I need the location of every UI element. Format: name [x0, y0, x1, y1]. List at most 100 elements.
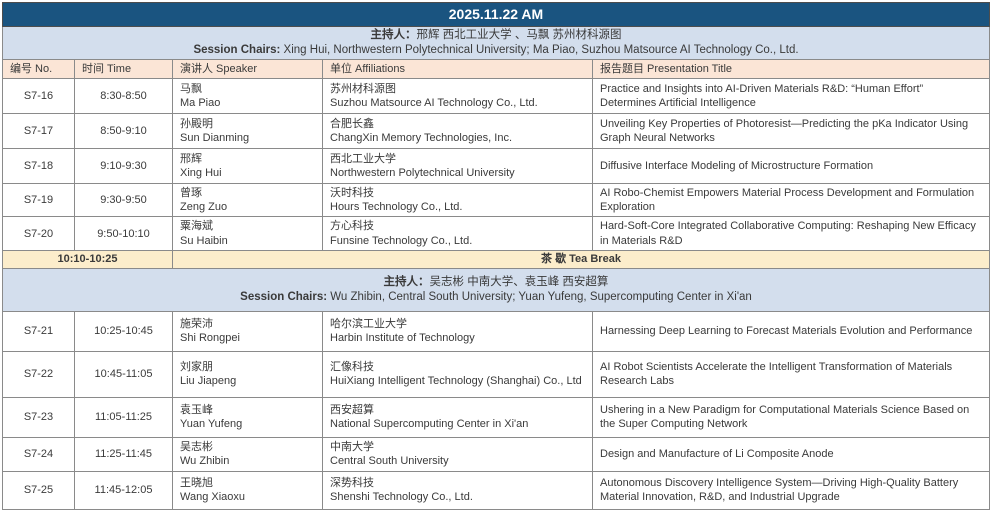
- speaker-cell: 曾琢Zeng Zuo: [173, 183, 323, 217]
- presentation-title-cell: AI Robo-Chemist Empowers Material Proces…: [593, 183, 990, 217]
- affiliation-en: Suzhou Matsource AI Technology Co., Ltd.: [330, 96, 585, 110]
- presentation-title-cell: Diffusive Interface Modeling of Microstr…: [593, 148, 990, 183]
- affiliation-en: National Supercomputing Center in Xi'an: [330, 417, 585, 431]
- conference-schedule: 2025.11.22 AM 主持人：邢辉 西北工业大学 、马飘 苏州材科源图 S…: [0, 0, 992, 495]
- speaker-name-cn: 曾琢: [180, 186, 315, 200]
- column-header-row: 编号 No. 时间 Time 演讲人 Speaker 单位 Affiliatio…: [3, 59, 990, 78]
- speaker-name-en: Wang Xiaoxu: [180, 490, 315, 504]
- chairs-en-label: Session Chairs:: [193, 44, 280, 56]
- affiliation-cn: 哈尔滨工业大学: [330, 317, 585, 331]
- presentation-title-cell: Hard-Soft-Core Integrated Collaborative …: [593, 217, 990, 251]
- chairs-en-line: Session Chairs: Xing Hui, Northwestern P…: [9, 43, 983, 58]
- chairs-cn-label: 主持人：: [384, 276, 430, 288]
- speaker-name-en: Zeng Zuo: [180, 200, 315, 214]
- affiliation-en: Shenshi Technology Co., Ltd.: [330, 490, 585, 504]
- time-cell: 8:50-9:10: [75, 113, 173, 148]
- presentation-title-cell: Ushering in a New Paradigm for Computati…: [593, 397, 990, 437]
- affiliation-cn: 深势科技: [330, 476, 585, 490]
- tea-break-time: 10:10-10:25: [3, 251, 173, 269]
- affiliation-cell: 深势科技Shenshi Technology Co., Ltd.: [323, 471, 593, 509]
- speaker-cell: 刘家朋Liu Jiapeng: [173, 351, 323, 397]
- col-header-title: 报告题目 Presentation Title: [593, 59, 990, 78]
- speaker-name-cn: 粟海斌: [180, 219, 315, 233]
- speaker-name-cn: 邢辉: [180, 152, 315, 166]
- speaker-name-cn: 刘家朋: [180, 360, 315, 374]
- row-s7-24: S7-24 11:25-11:45 吴志彬Wu Zhibin 中南大学Centr…: [3, 437, 990, 471]
- col-header-time: 时间 Time: [75, 59, 173, 78]
- chairs-en-text: Wu Zhibin, Central South University; Yua…: [327, 291, 752, 303]
- speaker-name-cn: 王晓旭: [180, 476, 315, 490]
- speaker-name-cn: 施荣沛: [180, 317, 315, 331]
- session2-chairs-cell: 主持人：吴志彬 中南大学、袁玉峰 西安超算 Session Chairs: Wu…: [3, 269, 990, 312]
- time-cell: 9:50-10:10: [75, 217, 173, 251]
- speaker-cell: 孙殿明Sun Dianming: [173, 113, 323, 148]
- row-s7-23: S7-23 11:05-11:25 袁玉峰Yuan Yufeng 西安超算Nat…: [3, 397, 990, 437]
- chairs-cn-text: 吴志彬 中南大学、袁玉峰 西安超算: [430, 276, 609, 288]
- affiliation-en: Harbin Institute of Technology: [330, 331, 585, 345]
- speaker-name-en: Xing Hui: [180, 166, 315, 180]
- session1-chairs-cell: 主持人：邢辉 西北工业大学 、马飘 苏州材科源图 Session Chairs:…: [3, 27, 990, 60]
- row-s7-17: S7-17 8:50-9:10 孙殿明Sun Dianming 合肥长鑫Chan…: [3, 113, 990, 148]
- speaker-name-en: Liu Jiapeng: [180, 374, 315, 388]
- presentation-title-cell: Harnessing Deep Learning to Forecast Mat…: [593, 311, 990, 351]
- session-no-cell: S7-18: [3, 148, 75, 183]
- speaker-name-en: Wu Zhibin: [180, 454, 315, 468]
- speaker-name-cn: 吴志彬: [180, 440, 315, 454]
- speaker-name-en: Shi Rongpei: [180, 331, 315, 345]
- session-no-cell: S7-17: [3, 113, 75, 148]
- affiliation-cn: 方心科技: [330, 219, 585, 233]
- session-no-cell: S7-25: [3, 471, 75, 509]
- session-no-cell: S7-23: [3, 397, 75, 437]
- affiliation-cell: 汇像科技HuiXiang Intelligent Technology (Sha…: [323, 351, 593, 397]
- speaker-name-cn: 袁玉峰: [180, 403, 315, 417]
- time-cell: 11:25-11:45: [75, 437, 173, 471]
- chairs-cn-line: 主持人：吴志彬 中南大学、袁玉峰 西安超算: [9, 275, 983, 290]
- speaker-cell: 马飘Ma Piao: [173, 78, 323, 113]
- affiliation-cell: 沃时科技Hours Technology Co., Ltd.: [323, 183, 593, 217]
- speaker-name-en: Sun Dianming: [180, 131, 315, 145]
- affiliation-en: Hours Technology Co., Ltd.: [330, 200, 585, 214]
- affiliation-en: HuiXiang Intelligent Technology (Shangha…: [330, 374, 585, 388]
- session-no-cell: S7-21: [3, 311, 75, 351]
- col-header-no: 编号 No.: [3, 59, 75, 78]
- presentation-title-cell: Autonomous Discovery Intelligence System…: [593, 471, 990, 509]
- affiliation-en: Funsine Technology Co., Ltd.: [330, 234, 585, 248]
- presentation-title-cell: Unveiling Key Properties of Photoresist—…: [593, 113, 990, 148]
- speaker-cell: 邢辉Xing Hui: [173, 148, 323, 183]
- row-s7-20: S7-20 9:50-10:10 粟海斌Su Haibin 方心科技Funsin…: [3, 217, 990, 251]
- session-no-cell: S7-22: [3, 351, 75, 397]
- session-no-cell: S7-19: [3, 183, 75, 217]
- chairs-en-text: Xing Hui, Northwestern Polytechnical Uni…: [280, 44, 798, 56]
- row-s7-21: S7-21 10:25-10:45 施荣沛Shi Rongpei 哈尔滨工业大学…: [3, 311, 990, 351]
- affiliation-en: Central South University: [330, 454, 585, 468]
- row-s7-22: S7-22 10:45-11:05 刘家朋Liu Jiapeng 汇像科技Hui…: [3, 351, 990, 397]
- row-s7-19: S7-19 9:30-9:50 曾琢Zeng Zuo 沃时科技Hours Tec…: [3, 183, 990, 217]
- session1-chairs-row: 主持人：邢辉 西北工业大学 、马飘 苏州材科源图 Session Chairs:…: [3, 27, 990, 60]
- col-header-affiliation: 单位 Affiliations: [323, 59, 593, 78]
- speaker-name-en: Ma Piao: [180, 96, 315, 110]
- time-cell: 8:30-8:50: [75, 78, 173, 113]
- speaker-cell: 粟海斌Su Haibin: [173, 217, 323, 251]
- time-cell: 10:25-10:45: [75, 311, 173, 351]
- affiliation-cn: 中南大学: [330, 440, 585, 454]
- chairs-en-label: Session Chairs:: [240, 291, 327, 303]
- schedule-table: 2025.11.22 AM 主持人：邢辉 西北工业大学 、马飘 苏州材科源图 S…: [2, 2, 990, 510]
- speaker-cell: 施荣沛Shi Rongpei: [173, 311, 323, 351]
- affiliation-cell: 哈尔滨工业大学Harbin Institute of Technology: [323, 311, 593, 351]
- affiliation-cell: 苏州材科源图Suzhou Matsource AI Technology Co.…: [323, 78, 593, 113]
- tea-break-row: 10:10-10:25 茶 歇 Tea Break: [3, 251, 990, 269]
- affiliation-cn: 西安超算: [330, 403, 585, 417]
- speaker-name-en: Yuan Yufeng: [180, 417, 315, 431]
- presentation-title-cell: Design and Manufacture of Li Composite A…: [593, 437, 990, 471]
- affiliation-cn: 合肥长鑫: [330, 117, 585, 131]
- presentation-title-cell: AI Robot Scientists Accelerate the Intel…: [593, 351, 990, 397]
- col-header-speaker: 演讲人 Speaker: [173, 59, 323, 78]
- affiliation-cn: 沃时科技: [330, 186, 585, 200]
- affiliation-en: ChangXin Memory Technologies, Inc.: [330, 131, 585, 145]
- affiliation-cn: 西北工业大学: [330, 152, 585, 166]
- session-no-cell: S7-16: [3, 78, 75, 113]
- affiliation-cell: 合肥长鑫ChangXin Memory Technologies, Inc.: [323, 113, 593, 148]
- affiliation-cell: 西北工业大学Northwestern Polytechnical Univers…: [323, 148, 593, 183]
- time-cell: 11:05-11:25: [75, 397, 173, 437]
- affiliation-en: Northwestern Polytechnical University: [330, 166, 585, 180]
